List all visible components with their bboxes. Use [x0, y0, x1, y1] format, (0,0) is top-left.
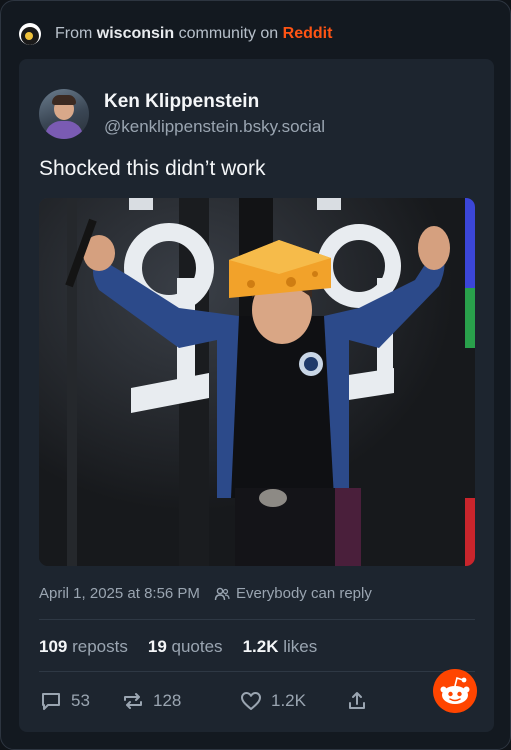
post-photo — [39, 198, 475, 566]
post-date[interactable]: April 1, 2025 at 8:56 PM — [39, 585, 200, 602]
reposts-stat[interactable]: 109 reposts — [39, 637, 128, 657]
likes-stat[interactable]: 1.2K likes — [243, 637, 318, 657]
source-prefix: From — [55, 25, 93, 42]
like-button[interactable]: 1.2K — [239, 689, 345, 713]
divider — [39, 619, 475, 620]
divider — [39, 671, 475, 672]
source-text: From wisconsin community on Reddit — [55, 25, 332, 43]
author-name[interactable]: Ken Klippenstein — [104, 91, 259, 113]
post-frame: From wisconsin community on Reddit Ken K… — [0, 0, 511, 750]
subreddit-icon[interactable] — [19, 23, 41, 45]
reply-count: 53 — [71, 691, 90, 710]
engagement-stats: 109 reposts 19 quotes 1.2K likes — [39, 637, 317, 657]
reddit-snoo-icon[interactable] — [433, 669, 477, 713]
platform-link[interactable]: Reddit — [283, 25, 333, 42]
reply-icon — [42, 693, 60, 710]
people-icon — [214, 587, 230, 600]
post-card: Ken Klippenstein @kenklippenstein.bsky.s… — [19, 59, 494, 732]
repost-icon — [124, 693, 142, 709]
heart-icon — [241, 692, 261, 710]
like-count: 1.2K — [271, 691, 306, 710]
reply-setting: Everybody can reply — [214, 585, 372, 602]
reply-setting-label: Everybody can reply — [235, 585, 372, 602]
share-button[interactable] — [345, 689, 369, 713]
community-link[interactable]: wisconsin — [97, 25, 174, 42]
author-handle[interactable]: @kenklippenstein.bsky.social — [104, 117, 325, 137]
repost-button[interactable]: 128 — [121, 689, 239, 713]
source-middle: community on — [178, 25, 279, 42]
reply-button[interactable]: 53 — [39, 689, 121, 713]
post-image[interactable] — [39, 198, 475, 566]
avatar[interactable] — [39, 89, 89, 139]
quotes-stat[interactable]: 19 quotes — [148, 637, 223, 657]
share-icon — [349, 692, 365, 709]
repost-count: 128 — [153, 691, 182, 710]
source-bar: From wisconsin community on Reddit — [19, 19, 332, 49]
post-text: Shocked this didn’t work — [39, 157, 266, 180]
action-bar: 53 128 1.2K — [39, 687, 379, 715]
post-meta: April 1, 2025 at 8:56 PM Everybody can r… — [39, 585, 372, 602]
